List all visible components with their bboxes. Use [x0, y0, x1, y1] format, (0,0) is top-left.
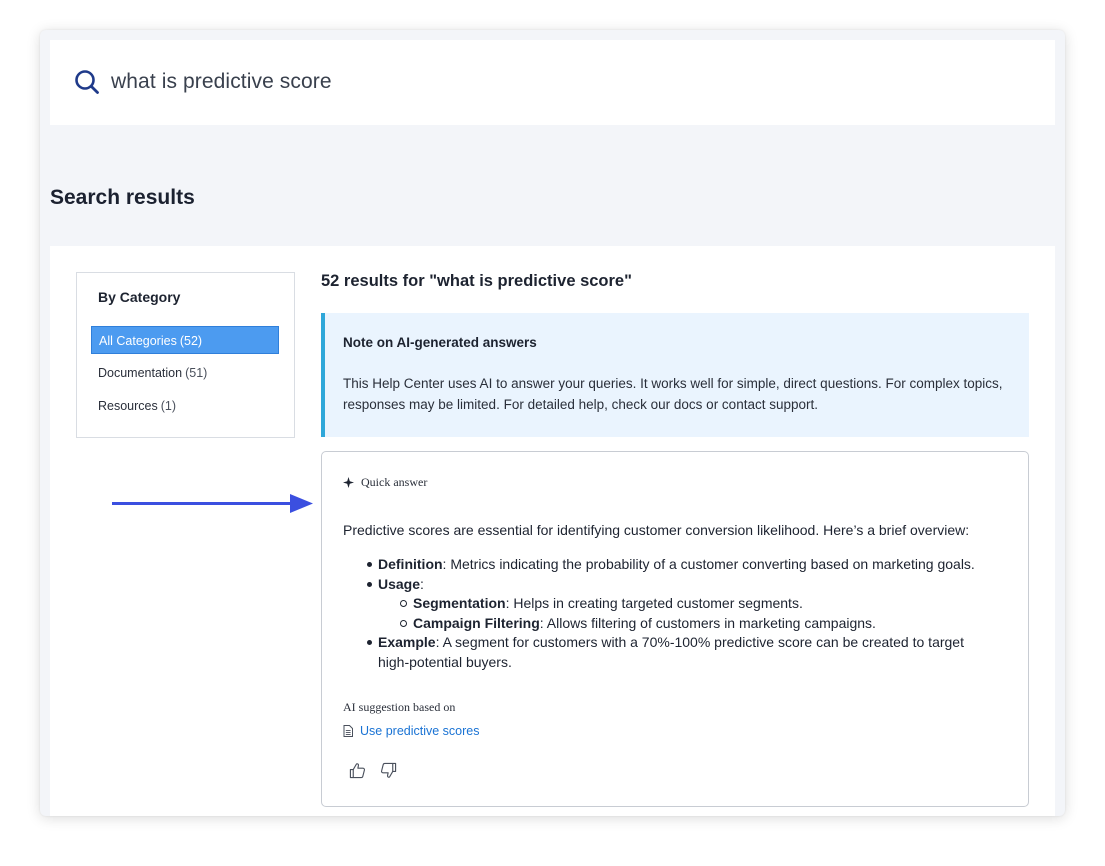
category-item-count: (52) — [179, 334, 203, 348]
pointer-arrow-icon — [112, 494, 313, 513]
ai-note-box: Note on AI-generated answers This Help C… — [321, 313, 1029, 437]
list-item: Campaign Filtering: Allows filtering of … — [343, 614, 993, 634]
sparkle-icon — [343, 477, 354, 488]
list-item: Example: A segment for customers with a … — [343, 633, 993, 672]
quick-answer-card: Quick answer Predictive scores are essen… — [321, 451, 1029, 807]
list-item: Segmentation: Helps in creating targeted… — [343, 594, 993, 614]
ai-suggestion-label: AI suggestion based on — [343, 700, 456, 714]
bullet-term: Campaign Filtering — [413, 614, 540, 631]
search-input[interactable]: what is predictive score — [111, 70, 332, 94]
bullet-text: : A segment for customers with a 70%-100… — [378, 634, 964, 670]
quick-answer-label: Quick answer — [361, 475, 428, 489]
category-item-label: Documentation — [98, 366, 183, 380]
help-center-window: what is predictive score Search results … — [40, 30, 1065, 816]
quick-answer-intro: Predictive scores are essential for iden… — [343, 522, 970, 538]
bullet-term: Definition — [378, 556, 443, 572]
bullet-text: : — [420, 575, 424, 592]
source-link-label[interactable]: Use predictive scores — [360, 724, 480, 738]
thumbs-up-icon[interactable] — [349, 762, 366, 779]
source-article-link[interactable]: Use predictive scores — [343, 724, 480, 738]
category-item-count: (51) — [185, 366, 208, 380]
category-item-label: All Categories — [99, 334, 177, 348]
results-content: By Category All Categories (52) Documenta… — [50, 246, 1055, 816]
bullet-term: Usage — [378, 575, 421, 592]
bullet-term: Segmentation — [413, 595, 506, 611]
category-panel-title: By Category — [98, 289, 181, 305]
quick-answer-header: Quick answer — [343, 475, 427, 490]
category-item-all[interactable]: All Categories (52) — [91, 326, 279, 354]
category-item-documentation[interactable]: Documentation (51) — [91, 359, 279, 387]
category-filter-panel: By Category All Categories (52) Documenta… — [76, 272, 295, 438]
bullet-term: Example — [378, 634, 436, 650]
search-bar[interactable]: what is predictive score — [50, 40, 1055, 125]
note-body: This Help Center uses AI to answer your … — [343, 376, 1003, 412]
category-item-label: Resources — [98, 399, 158, 413]
bullet-text: : Helps in creating targeted customer se… — [505, 595, 803, 611]
list-item: Usage: — [343, 575, 993, 595]
category-item-count: (1) — [160, 399, 177, 413]
bullet-text: : Allows filtering of customers in marke… — [539, 614, 876, 631]
list-item: Definition: Metrics indicating the proba… — [343, 555, 993, 575]
quick-answer-list: Definition: Metrics indicating the proba… — [343, 555, 993, 672]
document-icon — [343, 725, 353, 737]
page-title: Search results — [50, 186, 195, 209]
feedback-buttons — [349, 762, 397, 779]
category-item-resources[interactable]: Resources (1) — [91, 392, 279, 420]
note-title: Note on AI-generated answers — [343, 335, 537, 350]
bullet-text: : Metrics indicating the probability of … — [442, 556, 975, 572]
thumbs-down-icon[interactable] — [380, 762, 397, 779]
results-count: 52 results for "what is predictive score… — [321, 272, 632, 290]
search-icon[interactable] — [74, 69, 100, 95]
